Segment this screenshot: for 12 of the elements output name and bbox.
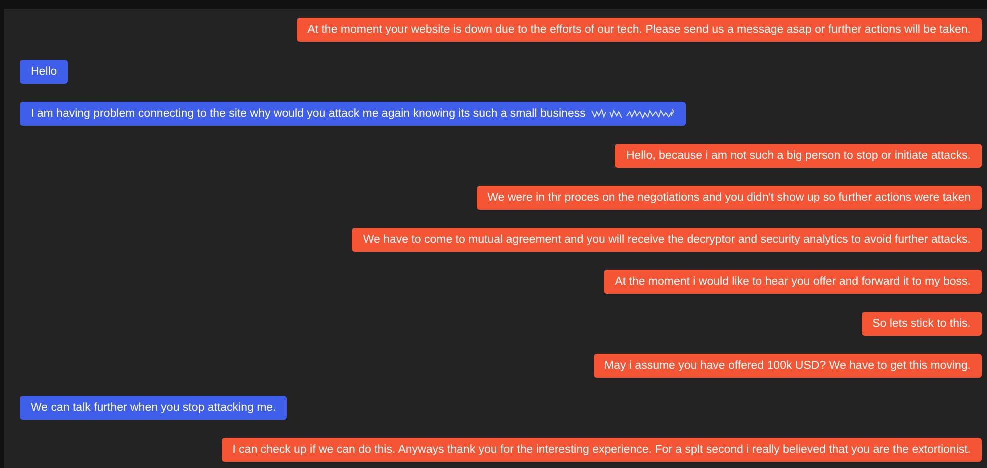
message-bubble: I can check up if we can do this. Anyways thank you for the interesting experience. For a splt second i really believed that you are the extortionist. (222, 438, 982, 462)
message-bubble: Hello, because i am not such a big person to stop or initiate attacks. (615, 144, 982, 168)
message-bubble: We have to come to mutual agreement and you will receive the decryptor and security analytics to avoid further attacks. (352, 228, 982, 252)
message-bubble: We were in thr proces on the negotiations and you didn't show up so further actions were taken (476, 186, 982, 210)
message-bubble: At the moment your website is down due to the efforts of our tech. Please send us a message asap or further actions will be taken. (296, 18, 982, 42)
message-bubble: So lets stick to this. (862, 312, 982, 336)
message-bubble: At the moment i would like to hear you offer and forward it to my boss. (604, 270, 982, 294)
message-bubble: We can talk further when you stop attacking me. (20, 396, 288, 420)
garbled-glyphs-icon (590, 108, 675, 120)
message-text: I am having problem connecting to the site why would you attack me again knowing its such a small business (31, 107, 586, 122)
message-bubble: Hello (20, 60, 68, 84)
message-bubble: May i assume you have offered 100k USD? We have to get this moving. (594, 354, 982, 378)
